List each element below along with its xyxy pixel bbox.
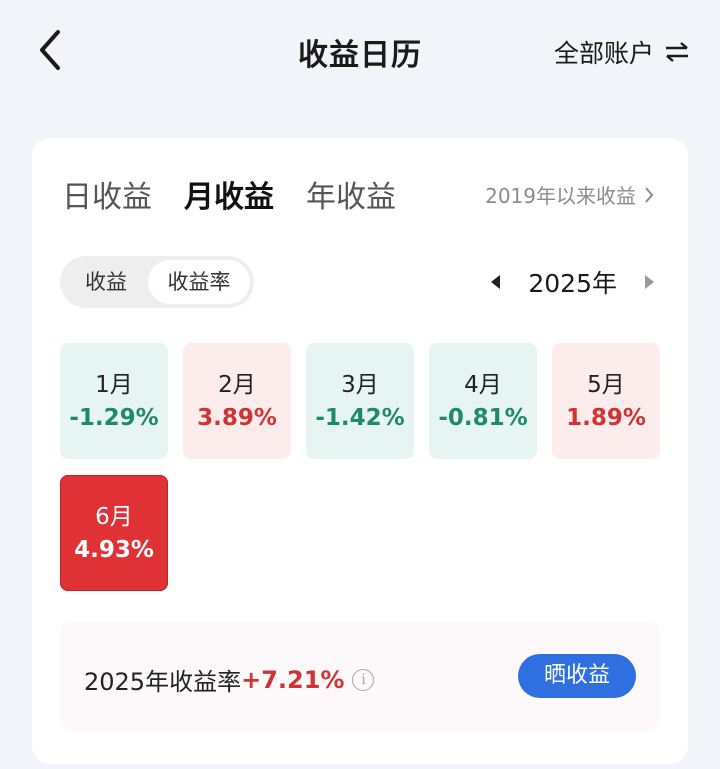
- month-cell-jun[interactable]: 6月 4.93%: [60, 475, 168, 591]
- period-tabs: 日收益 月收益 年收益: [62, 172, 428, 216]
- year-navigator: 2025年: [491, 262, 654, 302]
- month-return: -1.42%: [315, 405, 405, 431]
- month-name: 4月: [464, 372, 502, 398]
- top-bar: 收益日历 全部账户: [0, 0, 720, 100]
- metric-toggle: 收益 收益率: [60, 256, 254, 308]
- account-switch-button[interactable]: 全部账户: [554, 34, 690, 70]
- share-returns-button[interactable]: 晒收益: [518, 654, 636, 698]
- summary-rate: +7.21%: [241, 665, 345, 694]
- year-label: 2025年: [528, 269, 617, 298]
- month-cell-may[interactable]: 5月 1.89%: [552, 343, 660, 459]
- year-summary: 2025年收益率 +7.21% 晒收益: [60, 622, 660, 732]
- tab-daily[interactable]: 日收益: [62, 172, 152, 216]
- month-cell-jan[interactable]: 1月 -1.29%: [60, 343, 168, 459]
- swap-icon: [666, 42, 688, 62]
- tab-yearly[interactable]: 年收益: [306, 172, 396, 216]
- toggle-return-rate[interactable]: 收益率: [148, 260, 250, 304]
- month-cell-mar[interactable]: 3月 -1.42%: [306, 343, 414, 459]
- month-name: 3月: [341, 372, 379, 398]
- month-cell-apr[interactable]: 4月 -0.81%: [429, 343, 537, 459]
- toggle-returns[interactable]: 收益: [66, 260, 146, 304]
- since-link-label: 2019年以来收益: [485, 184, 636, 208]
- prev-year-icon[interactable]: [491, 275, 501, 289]
- since-2019-link[interactable]: 2019年以来收益: [485, 180, 654, 209]
- month-name: 5月: [587, 372, 625, 398]
- info-icon[interactable]: [352, 668, 375, 691]
- account-label: 全部账户: [553, 39, 654, 68]
- next-year-icon[interactable]: [645, 275, 654, 289]
- summary-label: 2025年收益率: [84, 668, 242, 696]
- month-return: 3.89%: [197, 405, 277, 431]
- summary-text: 2025年收益率 +7.21%: [84, 662, 375, 697]
- chevron-right-icon: [645, 186, 654, 203]
- month-cell-feb[interactable]: 2月 3.89%: [183, 343, 291, 459]
- month-return: 4.93%: [74, 537, 154, 563]
- tab-monthly[interactable]: 月收益: [184, 172, 274, 216]
- month-name: 6月: [95, 504, 133, 530]
- month-return: -0.81%: [438, 405, 528, 431]
- month-name: 1月: [95, 372, 133, 398]
- month-return: -1.29%: [69, 405, 159, 431]
- returns-card: 日收益 月收益 年收益 2019年以来收益 收益 收益率 2025年 1月 -1…: [32, 138, 688, 764]
- month-return: 1.89%: [566, 405, 646, 431]
- month-name: 2月: [218, 372, 256, 398]
